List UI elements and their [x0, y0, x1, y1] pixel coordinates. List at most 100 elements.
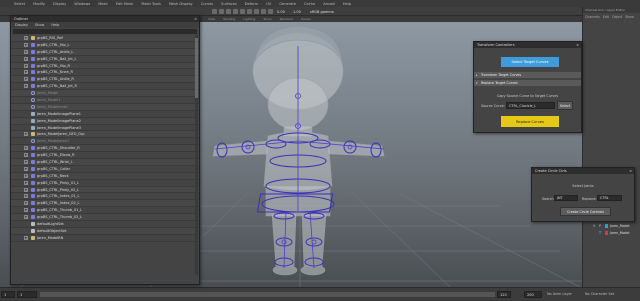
expand-icon[interactable]: +: [24, 84, 28, 89]
outliner-row[interactable]: + grpBS_CTRL_Thumb_02_L: [11, 214, 199, 222]
expand-icon[interactable]: +: [24, 180, 28, 185]
expand-icon[interactable]: +: [24, 70, 28, 75]
menu-item[interactable]: Windows: [74, 2, 90, 6]
expand-icon[interactable]: +: [24, 194, 28, 199]
outliner-scroll-thumb[interactable]: [195, 38, 198, 98]
source-curve-field[interactable]: [506, 102, 555, 109]
outliner-row[interactable]: + grpBS_RIG_Ref: [11, 35, 199, 42]
anim-layer-select[interactable]: No Anim Layer: [547, 292, 572, 296]
menu-item[interactable]: Curves: [201, 2, 213, 6]
expand-icon[interactable]: +: [24, 49, 28, 54]
outliner-row[interactable]: + grpBS_CTRL_Ball_Jnt_R: [11, 83, 199, 91]
isolate-icon[interactable]: [268, 8, 273, 14]
outliner-row[interactable]: + grpBS_CTRL_Thumb_01_L: [11, 207, 199, 215]
expand-icon[interactable]: +: [24, 63, 28, 68]
viewport-menu-item[interactable]: Panels: [301, 17, 311, 21]
menu-item[interactable]: Mesh Display: [169, 2, 193, 6]
menu-item[interactable]: Help: [343, 2, 351, 6]
textured-icon[interactable]: [240, 8, 245, 14]
channel-box-menu-item[interactable]: Edit: [603, 15, 609, 19]
display-layer-row[interactable]: V P Jaren_Model:: [593, 222, 640, 229]
select-source-button[interactable]: Select: [557, 101, 573, 110]
expand-icon[interactable]: +: [24, 35, 28, 40]
outliner-row[interactable]: Jaren_ModelImagePlane2: [11, 117, 199, 125]
viewport-menu-item[interactable]: Shading: [223, 17, 235, 21]
viewport-menu-item[interactable]: Show: [263, 17, 271, 21]
outliner-row[interactable]: Jaren_ModelImagePlane1: [11, 110, 199, 118]
menu-item[interactable]: Surfaces: [221, 2, 237, 6]
xray-icon[interactable]: [261, 8, 266, 14]
replace-curves-button[interactable]: Replace Curves: [501, 116, 559, 127]
outliner-row[interactable]: defaultObjectSet: [11, 227, 199, 235]
layer-color-swatch[interactable]: [605, 223, 608, 228]
replace-target-section[interactable]: ▾ Replace Target Curves: [474, 80, 581, 86]
outliner-row[interactable]: + grpBS_CTRL_Pinky_02_L: [11, 186, 199, 194]
range-end-field[interactable]: 200: [524, 291, 542, 298]
outliner-row[interactable]: + grpBS_CTRL_Shoulder_R: [11, 145, 199, 153]
channel-box-menu-item[interactable]: Object: [612, 15, 622, 19]
outliner-menu-item[interactable]: Help: [51, 23, 59, 27]
outliner-row[interactable]: Jaren_ModelJaren1: [11, 138, 199, 146]
menu-item[interactable]: Cache: [304, 2, 315, 6]
expand-icon[interactable]: +: [24, 77, 28, 82]
outliner-row[interactable]: Jaren_Model1: [11, 97, 199, 104]
expand-icon[interactable]: +: [24, 42, 28, 47]
search-field[interactable]: [554, 195, 578, 201]
menu-item[interactable]: Select: [14, 2, 25, 6]
menu-item[interactable]: Display: [53, 2, 66, 6]
outliner-row[interactable]: + Jaren_ModelRN: [11, 234, 199, 242]
outliner-row[interactable]: + grpBS_CTRL_Wrist_L: [11, 159, 199, 166]
exposure-value[interactable]: 0.00: [277, 10, 285, 14]
shadows-icon[interactable]: [254, 8, 259, 14]
viewport-menu-item[interactable]: Lighting: [243, 17, 255, 21]
outliner-row[interactable]: Jaren_Modelmesh: [11, 103, 199, 111]
select-target-curves-button[interactable]: Select Target Curves: [501, 57, 559, 67]
outliner-row[interactable]: Jaren_ModelImagePlane3: [11, 124, 199, 132]
outliner-row[interactable]: defaultLightSet: [11, 221, 199, 228]
viewport-menu-item[interactable]: View: [208, 17, 215, 21]
transform-controllers-title-bar[interactable]: Transform Controllers ×: [474, 42, 581, 48]
menu-item[interactable]: UV: [266, 2, 271, 6]
expand-icon[interactable]: +: [24, 146, 28, 151]
outliner-row[interactable]: + grpBS_CTRL_Index_02_L: [11, 200, 199, 208]
character-set-select[interactable]: No Character Set: [585, 292, 614, 296]
create-circle-ctrls-title-bar[interactable]: Create Circle Ctrls ×: [532, 168, 634, 174]
close-icon[interactable]: ×: [629, 169, 634, 173]
layer-visibility-toggle[interactable]: V: [593, 224, 597, 228]
outliner-row[interactable]: + grpBS_CTRL_Knee_R: [11, 69, 199, 77]
outliner-row[interactable]: + grpBS_CTRL_Ankle_L: [11, 48, 199, 56]
layer-playback-toggle[interactable]: P: [599, 224, 603, 228]
channel-box-menu-item[interactable]: Show: [625, 15, 634, 19]
close-icon[interactable]: ×: [576, 43, 581, 47]
grid-icon[interactable]: [219, 8, 224, 14]
current-frame-field[interactable]: 1: [17, 291, 37, 298]
layer-playback-toggle[interactable]: T: [599, 231, 603, 235]
expand-icon[interactable]: +: [24, 56, 28, 61]
channel-box-menu-item[interactable]: Channels: [585, 15, 600, 19]
start-frame-field[interactable]: 1: [1, 291, 15, 298]
lights-icon[interactable]: [247, 8, 252, 14]
menu-item[interactable]: Mesh: [98, 2, 107, 6]
expand-icon[interactable]: +: [24, 201, 28, 206]
expand-icon[interactable]: +: [24, 153, 28, 158]
outliner-search-input[interactable]: [13, 29, 197, 34]
expand-icon[interactable]: +: [24, 208, 28, 213]
outliner-row[interactable]: + grpBS_CTRL_Index_01_L: [11, 193, 199, 201]
range-slider[interactable]: [40, 292, 495, 297]
transform-target-section[interactable]: ▸ Transform Target Curves: [474, 72, 581, 78]
outliner-row[interactable]: + grpBS_CTRL_Elbow_R: [11, 152, 199, 160]
outliner-row[interactable]: + grpBS_CTRL_Hip_R: [11, 62, 199, 70]
menu-item[interactable]: Deform: [245, 2, 258, 6]
expand-icon[interactable]: +: [24, 132, 28, 137]
wireframe-icon[interactable]: [226, 8, 231, 14]
layer-color-swatch[interactable]: [605, 230, 608, 235]
expand-icon[interactable]: +: [24, 187, 28, 192]
menu-item[interactable]: Edit Mesh: [116, 2, 134, 6]
expand-icon[interactable]: +: [24, 159, 28, 164]
outliner-row[interactable]: + grpBS_CTRL_Hip_L: [11, 41, 199, 49]
outliner-row[interactable]: Jaren_Model: [11, 90, 199, 98]
color-mode-select[interactable]: sRGB gamma: [310, 10, 334, 14]
expand-icon[interactable]: +: [24, 173, 28, 178]
smooth-shade-icon[interactable]: [233, 8, 238, 14]
outliner-menu-item[interactable]: Display: [15, 23, 28, 27]
